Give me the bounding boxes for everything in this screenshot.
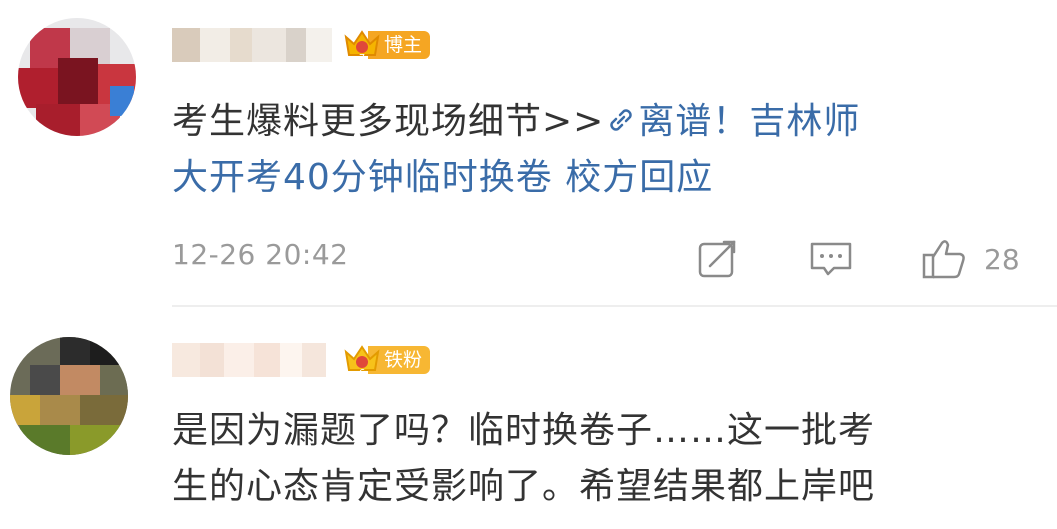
svg-text:6: 6	[359, 368, 365, 378]
comment-icon	[810, 242, 852, 276]
crown-icon: 6	[342, 342, 382, 379]
badge-bozhu: 7 博主	[342, 27, 431, 64]
comment-text: 考生爆料更多现场细节>> 离谱！吉林师 大开考40分钟临时换卷 校方回应	[172, 101, 861, 198]
comment-item: 7 博主 考生爆料更多现场细节>> 离谱！吉林师 大开考40分钟临时换卷 校方回应 …	[0, 0, 1057, 307]
username-blurred[interactable]	[172, 343, 332, 377]
like-count: 28	[984, 242, 1020, 276]
crown-icon: 7	[342, 27, 382, 64]
repost-button[interactable]	[696, 236, 740, 282]
svg-text:7: 7	[359, 53, 365, 63]
link-icon	[610, 109, 633, 131]
timestamp: 12-26 20:42	[172, 238, 349, 271]
reply-button[interactable]	[808, 236, 854, 282]
like-icon	[922, 240, 965, 279]
avatar[interactable]	[18, 18, 136, 136]
comment-text: 是因为漏题了吗？临时换卷子……这一批考 生的心态肯定受影响了。希望结果都上岸吧	[172, 410, 876, 507]
avatar[interactable]	[10, 337, 128, 455]
comment-item: 6 铁粉 是因为漏题了吗？临时换卷子……这一批考 生的心态肯定受影响了。希望结果都…	[0, 307, 1057, 529]
badge-tiefen: 6 铁粉	[342, 342, 431, 379]
username-blurred[interactable]	[172, 28, 332, 62]
repost-icon	[698, 240, 736, 278]
like-button[interactable]: 28	[920, 236, 1020, 282]
